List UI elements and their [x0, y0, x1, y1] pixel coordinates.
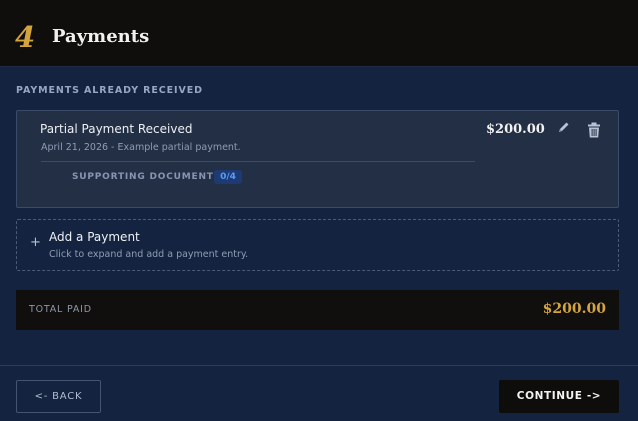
total-paid-label: TOTAL PAID [29, 304, 92, 315]
payment-title: Partial Payment Received [40, 122, 193, 136]
footer-divider [0, 365, 638, 366]
add-payment-subtitle: Click to expand and add a payment entry. [49, 249, 249, 260]
documents-count-badge: 0/4 [214, 170, 242, 184]
step-number: 4 [15, 20, 36, 54]
received-section-label: PAYMENTS ALREADY RECEIVED [16, 85, 203, 96]
payment-card: Partial Payment Received April 21, 2026 … [16, 110, 619, 208]
supporting-documents-label[interactable]: SUPPORTING DOCUMENTS [72, 172, 221, 182]
payment-divider [41, 161, 475, 162]
payment-amount: $200.00 [486, 122, 545, 137]
pencil-icon[interactable] [555, 119, 573, 137]
page-title: Payments [52, 26, 150, 47]
trash-icon[interactable] [586, 122, 602, 139]
payment-subtitle: April 21, 2026 - Example partial payment… [41, 142, 241, 153]
continue-button[interactable]: CONTINUE -> [499, 380, 619, 413]
back-button[interactable]: <- BACK [16, 380, 101, 413]
total-paid-value: $200.00 [542, 301, 606, 317]
add-payment-button[interactable]: + Add a Payment Click to expand and add … [16, 219, 619, 271]
page-header: 4 Payments [0, 0, 638, 67]
plus-icon: + [30, 235, 41, 250]
add-payment-title: Add a Payment [49, 230, 140, 244]
total-paid-bar: TOTAL PAID $200.00 [16, 290, 619, 330]
